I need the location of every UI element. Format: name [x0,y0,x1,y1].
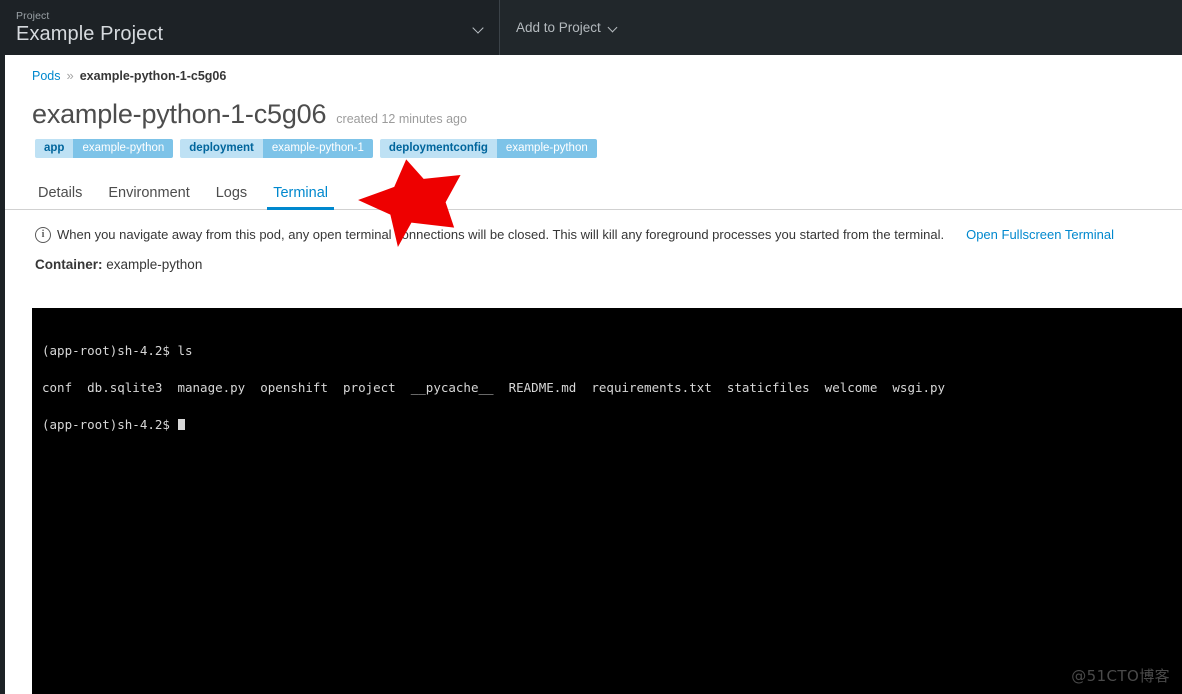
open-fullscreen-terminal-link[interactable]: Open Fullscreen Terminal [966,227,1114,242]
label-tag-deployment[interactable]: deployment example-python-1 [180,138,373,158]
container-name: example-python [106,256,203,272]
breadcrumb-current: example-python-1-c5g06 [79,69,227,83]
page-created-timestamp: created 12 minutes ago [336,111,467,126]
info-circle-icon: i [35,226,51,243]
breadcrumb-link-pods[interactable]: Pods [32,69,61,83]
tab-details[interactable]: Details [32,186,95,209]
watermark: @51CTO博客 [1071,667,1170,685]
label-tag-value: example-python [496,138,597,158]
label-tag-value: example-python [73,138,174,158]
top-navigation-bar: Project Example Project Add to Project [0,0,1182,55]
pod-detail-tabs: Details Environment Logs Terminal [5,178,1182,210]
chevron-down-icon [473,22,485,34]
terminal-notice: i When you navigate away from this pod, … [5,210,1182,243]
tab-terminal[interactable]: Terminal [260,186,341,209]
terminal-notice-text: When you navigate away from this pod, an… [57,227,945,242]
label-tag-key: deploymentconfig [379,138,497,158]
terminal-output: (app-root)sh-4.2$ ls conf db.sqlite3 man… [32,308,1182,456]
pod-labels-row: app example-python deployment example-pyth… [5,130,1182,158]
terminal-line: (app-root)sh-4.2$ ls [42,343,193,358]
container-info: Container: example-python [5,243,1182,272]
chevron-down-icon [608,22,620,34]
label-tag-value: example-python-1 [262,138,373,158]
tab-environment[interactable]: Environment [95,186,202,209]
terminal-prompt: (app-root)sh-4.2$ [42,417,178,432]
add-to-project-label: Add to Project [516,20,601,35]
label-tag-key: app [35,138,74,158]
label-tag-deploymentconfig[interactable]: deploymentconfig example-python [379,138,597,158]
label-tag-app[interactable]: app example-python [35,138,174,158]
tab-logs[interactable]: Logs [203,186,260,209]
project-selector-dropdown[interactable]: Project Example Project [0,0,500,55]
breadcrumb: Pods » example-python-1-c5g06 [5,55,1182,86]
breadcrumb-separator-icon: » [66,68,74,83]
container-label: Container: [35,256,103,272]
add-to-project-dropdown[interactable]: Add to Project [500,0,636,55]
terminal-panel[interactable]: (app-root)sh-4.2$ ls conf db.sqlite3 man… [32,308,1182,694]
main-content: Pods » example-python-1-c5g06 example-pyth… [5,55,1182,694]
page-header: example-python-1-c5g06 created 12 minute… [5,86,1182,130]
terminal-cursor [178,419,186,430]
terminal-prompt-line: (app-root)sh-4.2$ [42,417,1182,432]
project-name-value: Example Project [16,23,164,46]
terminal-line: conf db.sqlite3 manage.py openshift proj… [42,380,946,395]
project-kicker-label: Project [16,9,50,22]
label-tag-key: deployment [180,138,263,158]
topbar-filler [635,0,1182,55]
project-selector-labels: Project Example Project [16,11,465,45]
page-title: example-python-1-c5g06 [32,98,327,129]
